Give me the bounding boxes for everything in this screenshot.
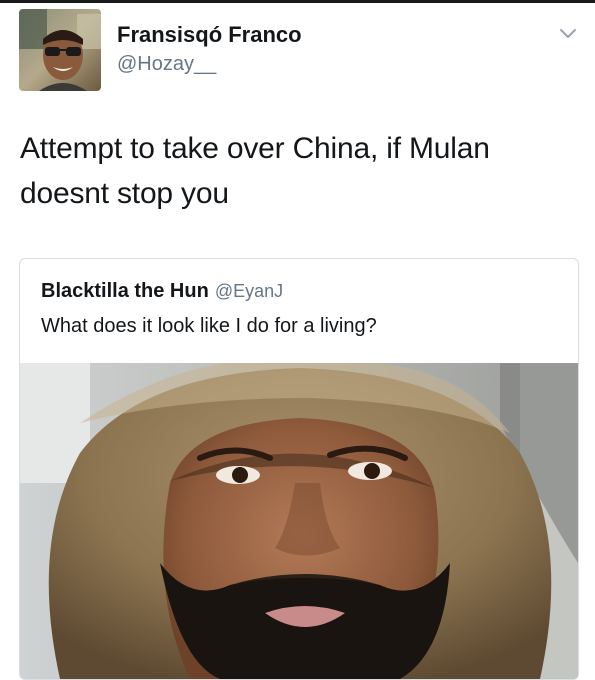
avatar[interactable] [19, 9, 101, 91]
quoted-tweet-text: What does it look like I do for a living… [41, 315, 377, 337]
quoted-user-handle: @EyanJ [214, 281, 284, 301]
avatar-photo [19, 9, 101, 91]
tweet-text: Attempt to take over China, if Mulan doe… [20, 132, 490, 210]
user-handle[interactable]: @Hozay__ [117, 53, 216, 76]
chevron-down-icon[interactable] [558, 26, 578, 42]
quoted-tweet-header: Blacktilla the Hun @EyanJ [41, 280, 283, 303]
quoted-tweet-card[interactable]: Blacktilla the Hun @EyanJ What does it lo… [19, 258, 579, 680]
display-name[interactable]: Fransisqó Franco [117, 22, 302, 48]
quoted-tweet-photo[interactable] [20, 363, 578, 679]
tweet: Fransisqó Franco @Hozay__ Attempt to tak… [0, 0, 595, 680]
quoted-display-name: Blacktilla the Hun [41, 280, 209, 302]
selfie-photo [20, 363, 578, 679]
